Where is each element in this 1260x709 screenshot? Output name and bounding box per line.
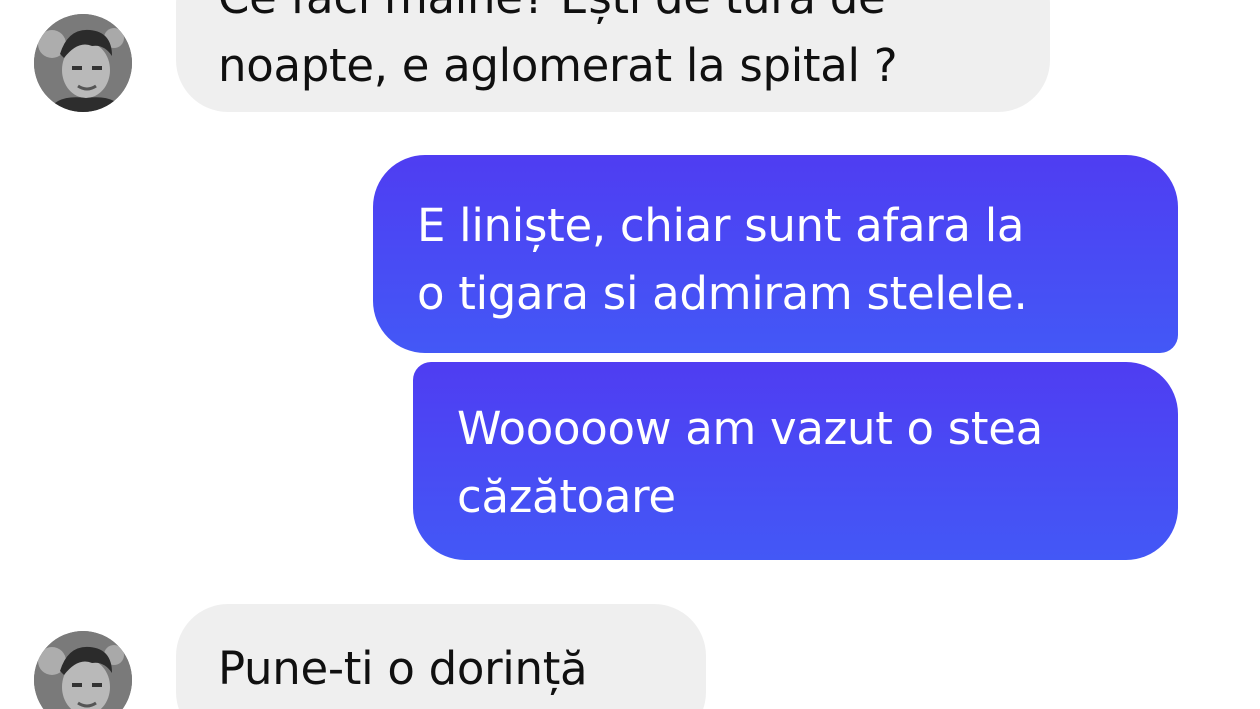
message-text-line: o tigara si admiram stelele.	[417, 267, 1028, 320]
contact-avatar[interactable]	[34, 631, 132, 709]
message-text-line: noapte, e aglomerat la spital ?	[218, 39, 898, 92]
message-text-line: Wooooow am vazut o stea	[457, 402, 1043, 455]
incoming-message[interactable]: Pune-ti o dorință	[176, 604, 706, 709]
message-text-line: Ce faci mâine? Ești de tură de	[218, 0, 1050, 32]
outgoing-message[interactable]: E liniște, chiar sunt afara la o tigara …	[373, 155, 1178, 353]
message-text-line: Pune-ti o dorință	[218, 642, 588, 695]
message-text-line: căzătoare	[457, 470, 676, 523]
contact-photo	[34, 14, 132, 112]
message-text-line: E liniște, chiar sunt afara la	[417, 199, 1025, 252]
contact-avatar[interactable]	[34, 14, 132, 112]
contact-photo	[34, 631, 132, 709]
outgoing-message[interactable]: Wooooow am vazut o stea căzătoare	[413, 362, 1178, 560]
chat-thread: Ce faci mâine? Ești de tură de noapte, e…	[0, 0, 1260, 709]
incoming-message[interactable]: Ce faci mâine? Ești de tură de noapte, e…	[176, 0, 1050, 112]
